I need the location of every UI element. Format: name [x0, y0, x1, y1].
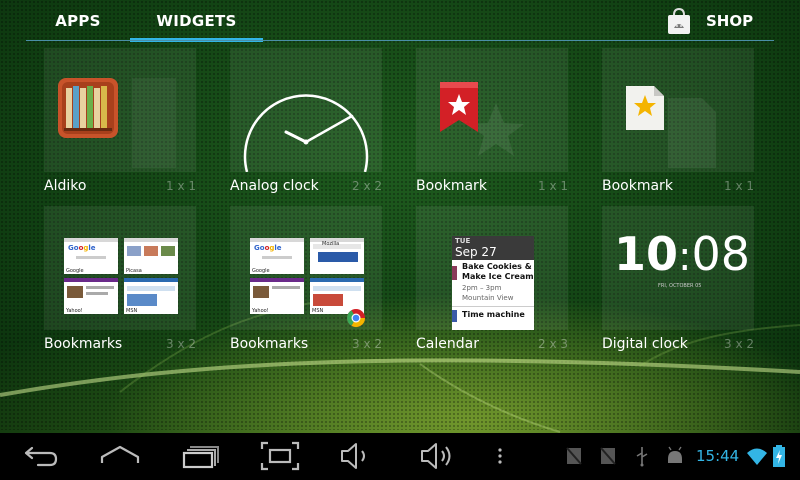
notification-icon-2[interactable] — [598, 445, 618, 467]
widget-size: 3 x 2 — [724, 337, 754, 351]
widget-name: Bookmarks — [44, 336, 123, 352]
calendar-event-time: 2pm – 3pm — [462, 284, 502, 292]
widget-preview: TUE Sep 27 Bake Cookies & Make Ice Cream… — [416, 206, 568, 330]
status-clock[interactable]: 15:44 — [696, 433, 739, 480]
recent-apps-button[interactable] — [180, 439, 224, 473]
digital-clock-time: 10:08 — [614, 227, 751, 281]
widget-size: 2 x 3 — [538, 337, 568, 351]
digital-clock-minutes: 08 — [691, 227, 751, 281]
bookmark-ribbon-icon — [440, 82, 524, 156]
widget-preview: Google Google Mozilla Yahoo! MSN — [230, 206, 382, 330]
bookmark-caption: Picasa — [126, 268, 142, 274]
android-debug-icon — [668, 446, 682, 463]
widget-analog-clock[interactable]: Analog clock 2 x 2 — [216, 48, 396, 198]
back-button[interactable] — [18, 439, 62, 473]
tab-widgets-label: WIDGETS — [156, 12, 237, 30]
bookmark-caption: Yahoo! — [252, 308, 269, 314]
widget-name: Digital clock — [602, 336, 688, 352]
widget-preview — [44, 48, 196, 172]
widget-name: Calendar — [416, 336, 479, 352]
widget-size: 2 x 2 — [352, 179, 382, 193]
volume-down-button[interactable] — [336, 439, 380, 473]
digital-clock-date: FRI, OCTOBER 05 — [658, 283, 702, 289]
shop-label: SHOP — [706, 12, 754, 30]
widget-bookmark[interactable]: Bookmark 1 x 1 — [402, 48, 582, 198]
bookmark-caption: MSN — [312, 308, 324, 314]
bookmark-caption: Yahoo! — [66, 308, 83, 314]
widget-name: Aldiko — [44, 178, 87, 194]
bookmark-caption: Mozilla — [322, 241, 340, 247]
widget-bookmarks-2[interactable]: Google Google Mozilla Yahoo! MSN Bookmar… — [216, 206, 396, 356]
wifi-icon — [747, 448, 767, 465]
screenshot-icon — [260, 441, 300, 471]
tab-apps[interactable]: APPS — [44, 0, 112, 42]
tab-widgets[interactable]: WIDGETS — [130, 0, 263, 42]
analog-clock-icon — [243, 94, 369, 172]
calendar-date: Sep 27 — [455, 245, 497, 259]
calendar-event-title: Time machine — [462, 310, 525, 319]
recent-apps-icon — [182, 446, 219, 469]
widget-name: Bookmark — [416, 178, 487, 194]
widget-size: 1 x 1 — [538, 179, 568, 193]
tab-bar: APPS WIDGETS SHOP — [26, 0, 774, 42]
widget-preview: Google Google Picasa Yahoo! MSN — [44, 206, 196, 330]
bookmark-caption: Google — [66, 268, 84, 274]
system-bar: 15:44 — [0, 433, 800, 480]
widget-size: 1 x 1 — [166, 179, 196, 193]
home-icon — [100, 445, 140, 463]
calendar-weekday: TUE — [455, 237, 471, 245]
widget-size: 3 x 2 — [166, 337, 196, 351]
bookmark-file-icon — [626, 86, 716, 168]
calendar-event-title: Make Ice Cream — [462, 272, 534, 281]
bookmark-caption: MSN — [126, 308, 138, 314]
usb-icon — [636, 447, 648, 467]
menu-button[interactable] — [490, 439, 510, 473]
widget-aldiko[interactable]: Aldiko 1 x 1 — [30, 48, 210, 198]
bookmark-caption: Google — [252, 268, 270, 274]
back-icon — [24, 446, 58, 467]
chrome-logo-icon — [347, 309, 365, 328]
widget-calendar[interactable]: TUE Sep 27 Bake Cookies & Make Ice Cream… — [402, 206, 582, 356]
tab-divider — [26, 40, 774, 41]
battery-charging-icon — [773, 445, 785, 467]
bookshelf-icon — [58, 78, 176, 168]
widget-size: 1 x 1 — [724, 179, 754, 193]
widget-digital-clock[interactable]: 10:08 FRI, OCTOBER 05 Digital clock 3 x … — [588, 206, 768, 356]
widget-preview — [602, 48, 754, 172]
widget-bookmarks[interactable]: Google Google Picasa Yahoo! MSN Bookmark… — [30, 206, 210, 356]
widget-name: Bookmarks — [230, 336, 309, 352]
widget-preview — [416, 48, 568, 172]
volume-down-icon — [341, 443, 365, 469]
widget-name: Bookmark — [602, 178, 673, 194]
calendar-event-place: Mountain View — [462, 294, 514, 302]
widget-name: Analog clock — [230, 178, 319, 194]
digital-clock-hours: 10 — [614, 227, 679, 281]
menu-icon — [498, 448, 502, 464]
home-button[interactable] — [98, 439, 142, 473]
widget-preview: 10:08 FRI, OCTOBER 05 — [602, 206, 754, 330]
calendar-preview: TUE Sep 27 Bake Cookies & Make Ice Cream… — [452, 236, 534, 330]
widget-preview — [230, 48, 382, 172]
calendar-event-title: Bake Cookies & — [462, 262, 532, 271]
screenshot-button[interactable] — [258, 439, 302, 473]
volume-up-icon — [421, 443, 451, 469]
shop-button[interactable]: SHOP — [654, 0, 774, 42]
widget-size: 3 x 2 — [352, 337, 382, 351]
market-bag-icon — [668, 7, 690, 34]
widget-bookmark-file[interactable]: Bookmark 1 x 1 — [588, 48, 768, 198]
volume-up-button[interactable] — [416, 439, 460, 473]
notification-icon[interactable] — [564, 445, 584, 467]
